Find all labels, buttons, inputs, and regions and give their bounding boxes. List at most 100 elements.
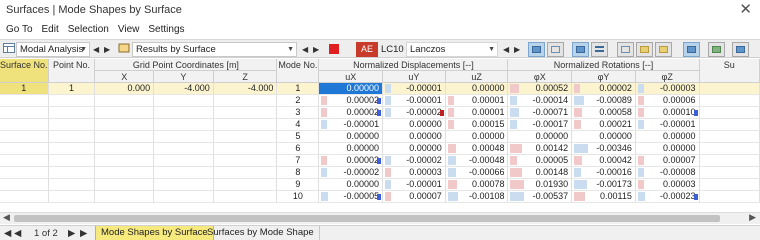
next-arrow-icon[interactable]: ▶ bbox=[514, 42, 520, 57]
cell-mode-no[interactable]: 3 bbox=[276, 106, 320, 119]
cell-uy[interactable]: -0.00002 bbox=[382, 154, 446, 167]
cell-ux[interactable]: -0.00001 bbox=[318, 118, 384, 131]
cell-surface-no[interactable]: 1 bbox=[0, 82, 49, 95]
cell-point-no[interactable] bbox=[48, 154, 96, 167]
xxx-button[interactable] bbox=[591, 42, 608, 57]
cell-uy[interactable]: 0.00000 bbox=[382, 130, 446, 143]
cell-uy[interactable]: 0.00003 bbox=[382, 166, 446, 179]
cell-mode-no[interactable]: 10 bbox=[276, 190, 320, 203]
table-row[interactable]: 10 -0.00005 0.00007 -0.00108 -0.00537 0.00115… bbox=[0, 190, 760, 203]
cell-point-no[interactable] bbox=[48, 142, 96, 155]
cell-point-no[interactable] bbox=[48, 106, 96, 119]
cell-surface-no[interactable] bbox=[0, 178, 49, 191]
first-page-icon[interactable]: ◀ bbox=[4, 228, 11, 239]
table-row[interactable]: 2 0.00002 -0.00001 0.00001 -0.00014 -0.00089 0… bbox=[0, 94, 760, 107]
cell-ux[interactable]: 0.00000 bbox=[318, 130, 384, 143]
col-uz[interactable]: uZ bbox=[445, 70, 509, 83]
cell-uz[interactable]: -0.00048 bbox=[445, 154, 509, 167]
cell-phiy[interactable]: -0.00089 bbox=[571, 94, 636, 107]
menu-view[interactable]: View bbox=[116, 22, 147, 39]
analysis-type-dropdown[interactable]: Modal Analysis ▼ bbox=[16, 42, 90, 57]
cell-uz[interactable]: 0.00078 bbox=[445, 178, 509, 191]
table-settings-button[interactable] bbox=[617, 42, 634, 57]
cell-surface-no[interactable] bbox=[0, 166, 49, 179]
cell-uz[interactable]: 0.00000 bbox=[445, 130, 509, 143]
cell-uy[interactable]: -0.00002 bbox=[382, 106, 446, 119]
cell-phix[interactable]: 0.00005 bbox=[507, 154, 573, 167]
cell-ux[interactable]: 0.00002 bbox=[318, 106, 384, 119]
col-uy[interactable]: uY bbox=[382, 70, 446, 83]
cell-point-no[interactable] bbox=[48, 118, 96, 131]
cell-uz[interactable]: 0.00048 bbox=[445, 142, 509, 155]
cell-point-no[interactable]: 1 bbox=[48, 82, 96, 95]
cell-phix[interactable]: 0.00000 bbox=[507, 130, 573, 143]
print-button[interactable] bbox=[655, 42, 672, 57]
cell-sum[interactable] bbox=[699, 106, 760, 119]
cell-phix[interactable]: -0.00017 bbox=[507, 118, 573, 131]
cell-phiy[interactable]: 0.00115 bbox=[571, 190, 636, 203]
cell-x[interactable] bbox=[94, 94, 155, 107]
table-row[interactable]: 9 0.00000 -0.00001 0.00078 0.01930 -0.00173 0.… bbox=[0, 178, 760, 191]
tab-surfaces-by-mode-shape[interactable]: Surfaces by Mode Shape bbox=[202, 226, 320, 240]
cell-phiz[interactable]: -0.00003 bbox=[635, 82, 700, 95]
cell-sum[interactable] bbox=[699, 82, 760, 95]
cell-x[interactable] bbox=[94, 118, 155, 131]
cell-mode-no[interactable]: 9 bbox=[276, 178, 320, 191]
cell-surface-no[interactable] bbox=[0, 142, 49, 155]
cell-phiz[interactable]: 0.00003 bbox=[635, 178, 700, 191]
cell-x[interactable] bbox=[94, 154, 155, 167]
cell-uz[interactable]: 0.00001 bbox=[445, 94, 509, 107]
cell-x[interactable] bbox=[94, 142, 155, 155]
table-row[interactable]: 4 -0.00001 0.00000 0.00015 -0.00017 0.00021 -0… bbox=[0, 118, 760, 131]
scroll-left-icon[interactable]: ◀ bbox=[3, 212, 10, 223]
table-row[interactable]: 7 0.00002 -0.00002 -0.00048 0.00005 0.00042 0.… bbox=[0, 154, 760, 167]
horizontal-scrollbar[interactable]: ◀ ▶ bbox=[0, 212, 760, 224]
cell-surface-no[interactable] bbox=[0, 130, 49, 143]
cell-phiy[interactable]: 0.00000 bbox=[571, 130, 636, 143]
col-point-no[interactable]: Point No. bbox=[48, 59, 96, 83]
cell-z[interactable] bbox=[213, 166, 278, 179]
cell-point-no[interactable] bbox=[48, 178, 96, 191]
cell-phiy[interactable]: 0.00021 bbox=[571, 118, 636, 131]
cell-uz[interactable]: 0.00000 bbox=[445, 82, 509, 95]
cell-mode-no[interactable]: 7 bbox=[276, 154, 320, 167]
cell-phix[interactable]: 0.00142 bbox=[507, 142, 573, 155]
cell-phix[interactable]: 0.00052 bbox=[507, 82, 573, 95]
cell-ux[interactable]: -0.00005 bbox=[318, 190, 384, 203]
cell-phiz[interactable]: 0.00000 bbox=[635, 142, 700, 155]
cell-phix[interactable]: -0.00014 bbox=[507, 94, 573, 107]
cell-x[interactable]: 0.000 bbox=[94, 82, 155, 95]
prev-arrow-icon[interactable]: ◀ bbox=[503, 42, 509, 57]
cell-sum[interactable] bbox=[699, 118, 760, 131]
cell-phiz[interactable]: -0.00023 bbox=[635, 190, 700, 203]
col-x[interactable]: X bbox=[94, 70, 155, 83]
cell-uy[interactable]: 0.00007 bbox=[382, 190, 446, 203]
cell-mode-no[interactable]: 2 bbox=[276, 94, 320, 107]
cell-surface-no[interactable] bbox=[0, 190, 49, 203]
cell-sum[interactable] bbox=[699, 94, 760, 107]
cell-point-no[interactable] bbox=[48, 130, 96, 143]
menu-goto[interactable]: Go To bbox=[4, 22, 40, 39]
prev-arrow-icon[interactable]: ◀ bbox=[93, 42, 99, 57]
col-phix[interactable]: φX bbox=[507, 70, 573, 83]
results-category-dropdown[interactable]: Results by Surface ▼ bbox=[132, 42, 297, 57]
export-button[interactable] bbox=[636, 42, 653, 57]
cell-z[interactable] bbox=[213, 154, 278, 167]
cell-surface-no[interactable] bbox=[0, 106, 49, 119]
cell-x[interactable] bbox=[94, 190, 155, 203]
col-ux[interactable]: uX bbox=[318, 70, 384, 83]
col-mode-no[interactable]: Mode No. bbox=[276, 59, 320, 83]
menu-settings[interactable]: Settings bbox=[146, 22, 191, 39]
cell-uz[interactable]: 0.00015 bbox=[445, 118, 509, 131]
col-z[interactable]: Z bbox=[213, 70, 278, 83]
cell-sum[interactable] bbox=[699, 130, 760, 143]
cell-x[interactable] bbox=[94, 106, 155, 119]
cell-ux[interactable]: 0.00002 bbox=[318, 94, 384, 107]
cell-point-no[interactable] bbox=[48, 94, 96, 107]
cell-y[interactable] bbox=[153, 118, 214, 131]
next-arrow-icon[interactable]: ▶ bbox=[104, 42, 110, 57]
cell-ux[interactable]: 0.00000 bbox=[318, 178, 384, 191]
close-icon[interactable]: ✕ bbox=[739, 2, 752, 18]
scroll-right-icon[interactable]: ▶ bbox=[749, 212, 756, 223]
scroll-thumb[interactable] bbox=[14, 215, 720, 222]
